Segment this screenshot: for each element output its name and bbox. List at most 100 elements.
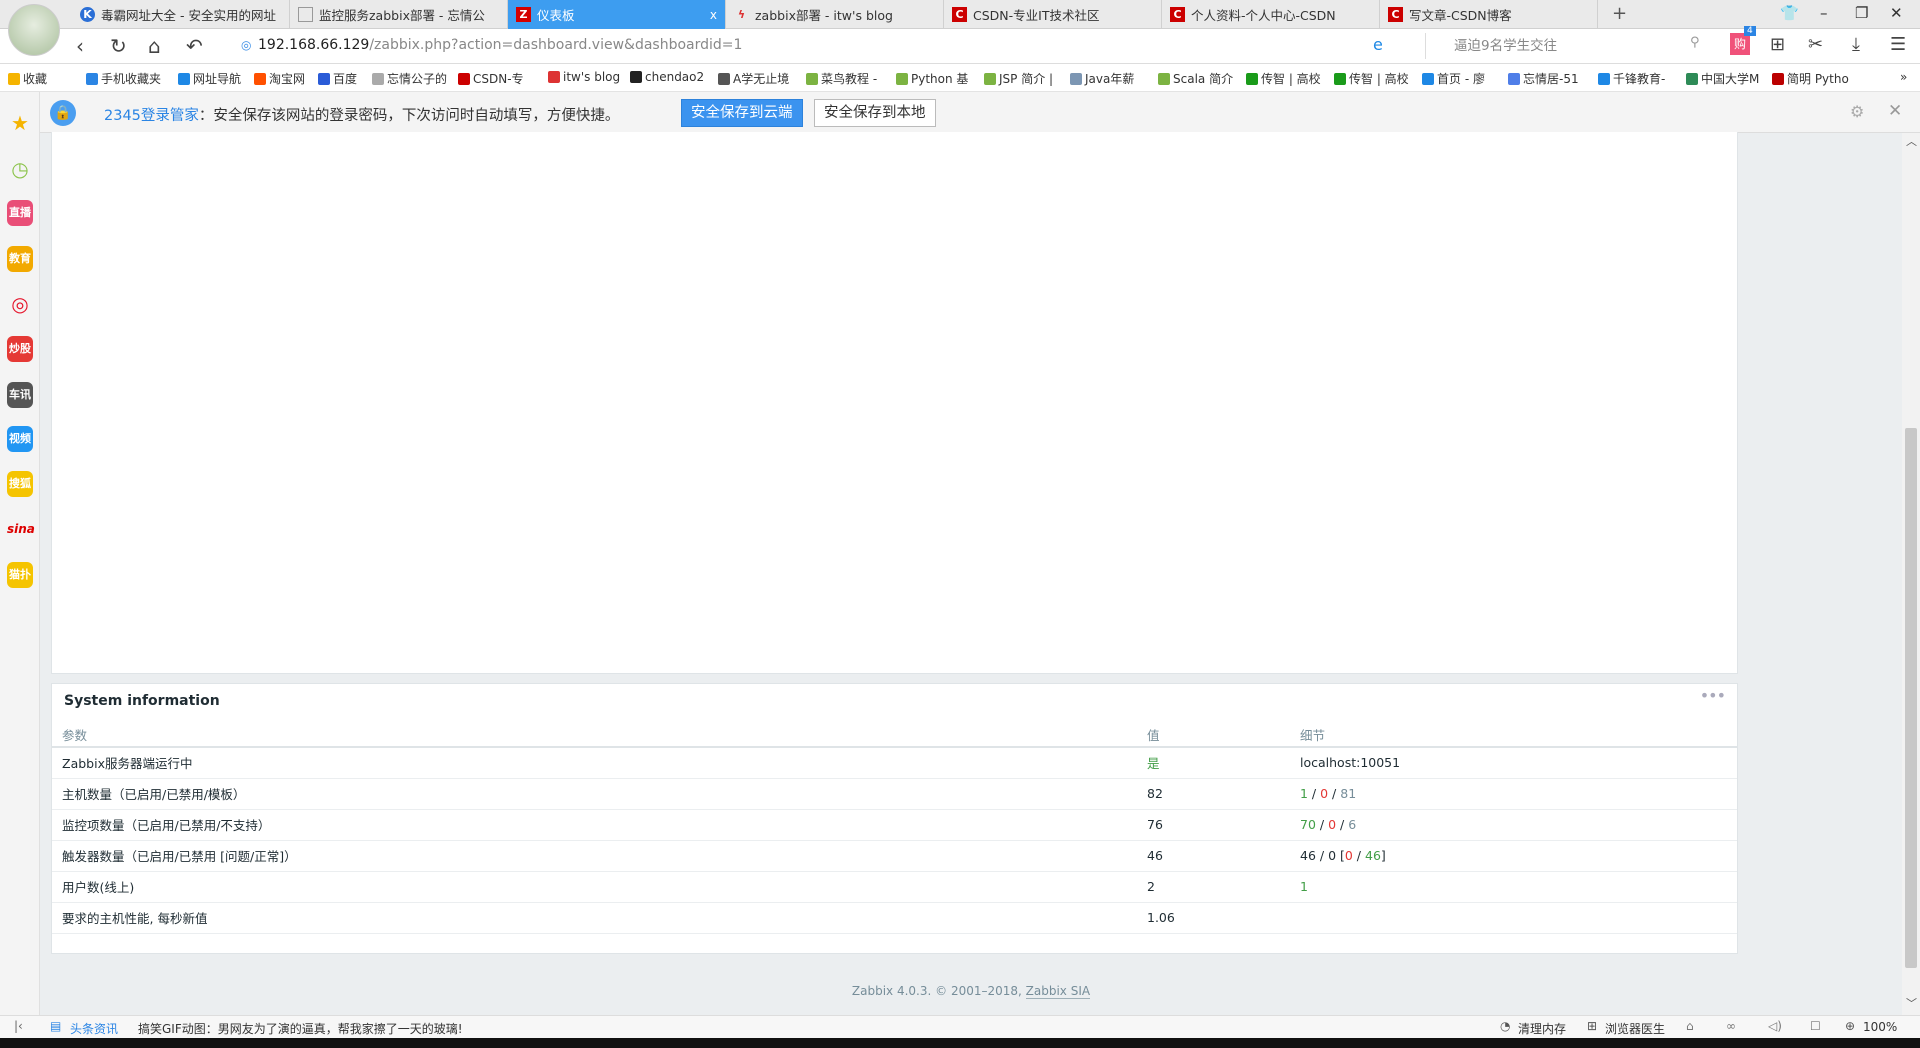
- bookmark-item[interactable]: A学无止境: [718, 70, 789, 87]
- bookmark-item[interactable]: 百度: [318, 70, 357, 87]
- bookmark-item[interactable]: chendao2: [630, 70, 704, 84]
- bookmark-item[interactable]: 中国大学M: [1686, 70, 1759, 87]
- sidebar-stocks-icon[interactable]: 炒股: [7, 336, 33, 362]
- scroll-down-icon[interactable]: ﹀: [1906, 995, 1917, 1011]
- close-icon[interactable]: ✕: [1888, 101, 1902, 121]
- sidebar-education-icon[interactable]: 教育: [7, 246, 33, 272]
- tab-4[interactable]: C CSDN-专业IT技术社区: [944, 0, 1162, 29]
- bookmark-label: 网址导航: [193, 72, 242, 86]
- apps-icon[interactable]: ⊞: [1770, 34, 1785, 55]
- zabbix-sia-link[interactable]: Zabbix SIA: [1025, 984, 1091, 999]
- search-icon[interactable]: ⚲: [1690, 35, 1700, 50]
- table-row: Zabbix服务器端运行中是 localhost:10051: [52, 747, 1737, 779]
- scroll-up-icon[interactable]: ︿: [1906, 133, 1917, 149]
- menu-icon[interactable]: ☰: [1890, 34, 1906, 55]
- zoom-icon[interactable]: ⊕: [1845, 1019, 1855, 1033]
- save-local-button[interactable]: 安全保存到本地: [814, 99, 936, 127]
- sidebar-live-icon[interactable]: 直播: [7, 200, 33, 226]
- download-icon[interactable]: ⤓: [1852, 34, 1860, 55]
- bookmark-icon: [254, 72, 266, 85]
- maximize-button[interactable]: ❐: [1855, 4, 1868, 22]
- bookmark-label: A学无止境: [733, 72, 790, 86]
- widget-menu-icon[interactable]: •••: [1700, 686, 1726, 705]
- bookmark-item[interactable]: 淘宝网: [254, 70, 305, 87]
- sidebar-cars-icon[interactable]: 车讯: [7, 382, 33, 408]
- scrollbar-thumb[interactable]: [1905, 428, 1917, 968]
- clear-memory-button[interactable]: 清理内存: [1518, 1020, 1566, 1037]
- password-brand[interactable]: 2345登录管家: [104, 108, 199, 124]
- sidebar-favorites-icon[interactable]: ★: [7, 110, 33, 136]
- close-window-button[interactable]: ✕: [1890, 4, 1903, 22]
- browser-doctor-button[interactable]: 浏览器医生: [1605, 1020, 1665, 1037]
- zoom-level[interactable]: 100%: [1863, 1020, 1897, 1034]
- bookmark-item[interactable]: CSDN-专: [458, 70, 524, 87]
- avatar[interactable]: [8, 4, 60, 56]
- bookmark-item[interactable]: Scala 简介: [1158, 70, 1233, 87]
- close-tab-icon[interactable]: x: [710, 8, 717, 22]
- bookmark-item[interactable]: 传智 | 高校: [1246, 70, 1321, 87]
- reload-icon[interactable]: ↻: [110, 34, 127, 58]
- sidebar-sohu-icon[interactable]: 搜狐: [7, 471, 33, 497]
- details-cell: 1: [1290, 871, 1737, 903]
- bookmark-item[interactable]: 首页 - 廖: [1422, 70, 1485, 87]
- bookmark-item[interactable]: 传智 | 高校: [1334, 70, 1409, 87]
- bookmark-icon: [718, 72, 730, 85]
- back-icon[interactable]: ‹: [76, 34, 84, 58]
- bookmark-item[interactable]: Java年薪: [1070, 70, 1134, 87]
- bookmark-icon: [1772, 72, 1784, 85]
- sidebar-history-icon[interactable]: ◷: [7, 156, 33, 182]
- tab-6[interactable]: C 写文章-CSDN博客: [1380, 0, 1598, 29]
- bookmark-item[interactable]: JSP 简介 |: [984, 70, 1053, 87]
- bookmark-item[interactable]: 忘情居-51: [1508, 70, 1579, 87]
- news-label[interactable]: 头条资讯: [70, 1020, 118, 1037]
- bookmarks-more-icon[interactable]: »: [1900, 70, 1907, 84]
- store-icon[interactable]: ⌂: [1686, 1019, 1694, 1033]
- tab-1[interactable]: 监控服务zabbix部署 - 忘情公: [290, 0, 508, 29]
- bookmark-item[interactable]: 菜鸟教程 -: [806, 70, 877, 87]
- lock-icon: 🔒: [50, 100, 76, 126]
- param-cell: 用户数(线上): [52, 871, 1137, 903]
- save-cloud-button[interactable]: 安全保存到云端: [681, 99, 803, 127]
- sidebar-weibo-icon[interactable]: ◎: [7, 291, 33, 317]
- sidebar-sina-icon[interactable]: sina: [7, 516, 35, 542]
- bookmark-icon: [1158, 72, 1170, 85]
- minimize-button[interactable]: –: [1820, 4, 1828, 22]
- tab-0[interactable]: K 毒霸网址大全 - 安全实用的网址: [72, 0, 290, 29]
- table-row: 主机数量（已启用/已禁用/模板） 82 1 / 0 / 81: [52, 778, 1737, 810]
- bookmark-item[interactable]: 手机收藏夹: [86, 70, 161, 87]
- vertical-scrollbar[interactable]: ︿ ﹀: [1902, 133, 1920, 1015]
- gear-icon[interactable]: ⚙: [1850, 102, 1864, 121]
- new-tab-button[interactable]: +: [1612, 3, 1627, 24]
- skin-icon[interactable]: 👕: [1780, 4, 1799, 22]
- bookmark-item[interactable]: 简明 Pytho: [1772, 70, 1849, 87]
- search-input[interactable]: 逼迫9名学生交往: [1425, 33, 1710, 59]
- home-icon[interactable]: ⌂: [148, 34, 161, 58]
- shopping-icon[interactable]: 购: [1730, 33, 1750, 55]
- bookmark-item[interactable]: 千锋教育-: [1598, 70, 1665, 87]
- cart-badge: 4: [1744, 26, 1756, 36]
- bookmark-item[interactable]: 忘情公子的: [372, 70, 447, 87]
- bookmark-label: 淘宝网: [269, 72, 306, 86]
- bookmark-item[interactable]: 收藏: [8, 70, 47, 87]
- url-input[interactable]: 192.168.66.129/zabbix.php?action=dashboa…: [258, 37, 742, 53]
- tab-5[interactable]: C 个人资料-个人中心-CSDN: [1162, 0, 1380, 29]
- scissors-icon[interactable]: ✂: [1808, 34, 1823, 55]
- bookmark-icon: [548, 71, 560, 83]
- news-headline[interactable]: 搞笑GIF动图：男网友为了演的逼真，帮我家擦了一天的玻璃!: [138, 1020, 463, 1037]
- tab-2[interactable]: Z 仪表板 x: [508, 0, 726, 29]
- glasses-icon[interactable]: ∞: [1726, 1019, 1736, 1033]
- sidebar-video-icon[interactable]: 视频: [7, 426, 33, 452]
- sidebar-maopu-icon[interactable]: 猫扑: [7, 562, 33, 588]
- bookmark-label: itw's blog: [563, 70, 621, 84]
- bookmark-item[interactable]: Python 基: [896, 70, 968, 87]
- ie-icon[interactable]: e: [1373, 35, 1383, 54]
- collapse-icon[interactable]: |‹: [14, 1019, 23, 1033]
- bookmark-icon: [1598, 72, 1610, 85]
- screenshot-icon[interactable]: ☐: [1810, 1019, 1821, 1033]
- tab-3[interactable]: ϟ zabbix部署 - itw's blog: [726, 0, 944, 29]
- bookmark-item[interactable]: 网址导航: [178, 70, 241, 87]
- speaker-icon[interactable]: ◁): [1768, 1019, 1782, 1033]
- undo-icon[interactable]: ↶: [186, 34, 203, 58]
- details-part: 1: [1300, 786, 1308, 801]
- bookmark-item[interactable]: itw's blog: [548, 70, 620, 84]
